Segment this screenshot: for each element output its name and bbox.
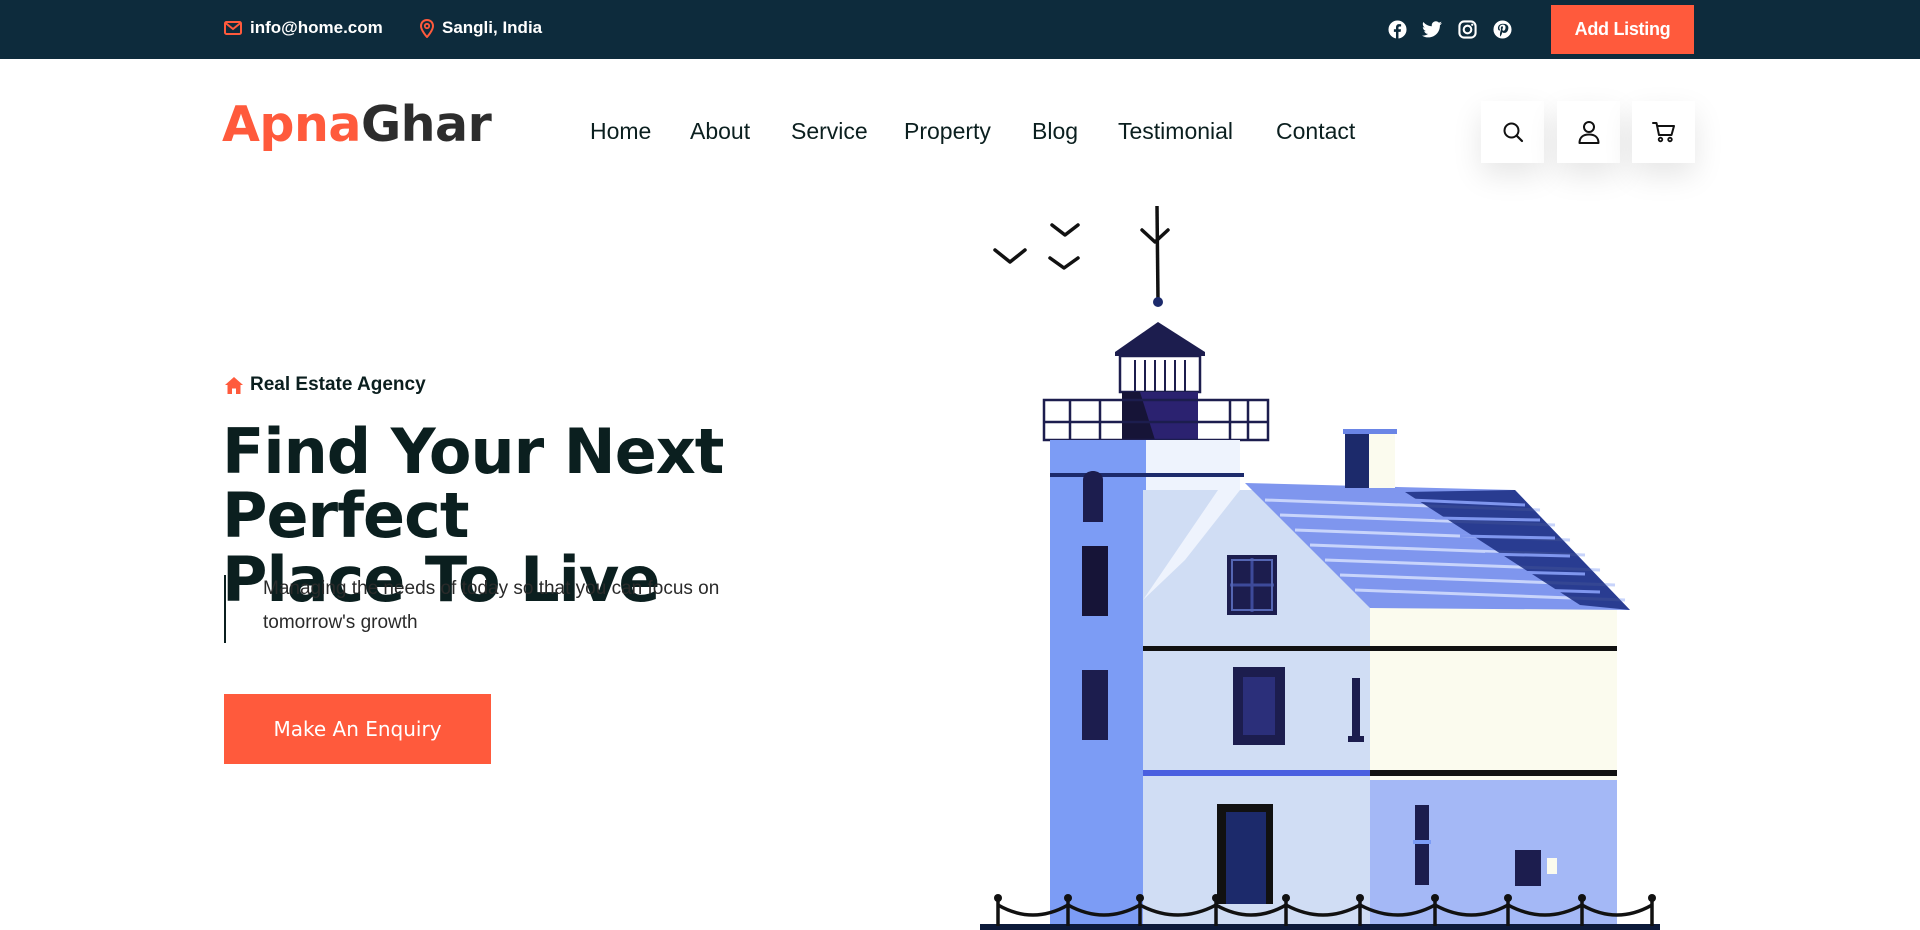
map-pin-icon (420, 18, 434, 38)
logo-part-apna: Apna (222, 96, 361, 153)
home-icon (225, 376, 243, 394)
nav-property[interactable]: Property (904, 118, 991, 145)
top-bar: info@home.com Sangli, India Add Listing (0, 0, 1920, 59)
twitter-icon[interactable] (1421, 18, 1443, 40)
nav-contact[interactable]: Contact (1276, 118, 1355, 145)
contact-location: Sangli, India (420, 18, 542, 38)
cart-button[interactable] (1632, 101, 1695, 163)
pinterest-icon[interactable] (1491, 18, 1513, 40)
account-button[interactable] (1557, 101, 1620, 163)
contact-email[interactable]: info@home.com (224, 18, 383, 38)
cart-icon (1651, 122, 1675, 143)
mail-icon (224, 21, 242, 35)
search-icon (1503, 122, 1523, 143)
user-icon (1578, 121, 1599, 144)
hero-tagline: Real Estate Agency (224, 374, 426, 396)
email-text: info@home.com (250, 18, 383, 37)
facebook-icon[interactable] (1386, 18, 1408, 40)
tagline-text: Real Estate Agency (250, 374, 426, 395)
hero-description: Managing the needs of today so that you … (224, 575, 744, 643)
logo-part-ghar: Ghar (360, 96, 492, 153)
birds-illustration (993, 223, 1170, 270)
logo[interactable]: ApnaGhar (222, 100, 492, 149)
add-listing-button[interactable]: Add Listing (1551, 5, 1694, 54)
headline-line-1: Find Your Next Perfect (222, 415, 724, 552)
description-line-2: tomorrow's growth (263, 612, 418, 633)
make-enquiry-button[interactable]: Make An Enquiry (224, 694, 491, 764)
nav-home[interactable]: Home (590, 118, 651, 145)
nav-testimonial[interactable]: Testimonial (1118, 118, 1233, 145)
nav-blog[interactable]: Blog (1032, 118, 1078, 145)
location-text: Sangli, India (442, 18, 543, 37)
nav-about[interactable]: About (690, 118, 750, 145)
search-button[interactable] (1481, 101, 1544, 163)
lighthouse-house-illustration (980, 205, 1660, 930)
instagram-icon[interactable] (1456, 18, 1478, 40)
nav-service[interactable]: Service (791, 118, 868, 145)
description-line-1: Managing the needs of today so that you … (263, 578, 720, 599)
